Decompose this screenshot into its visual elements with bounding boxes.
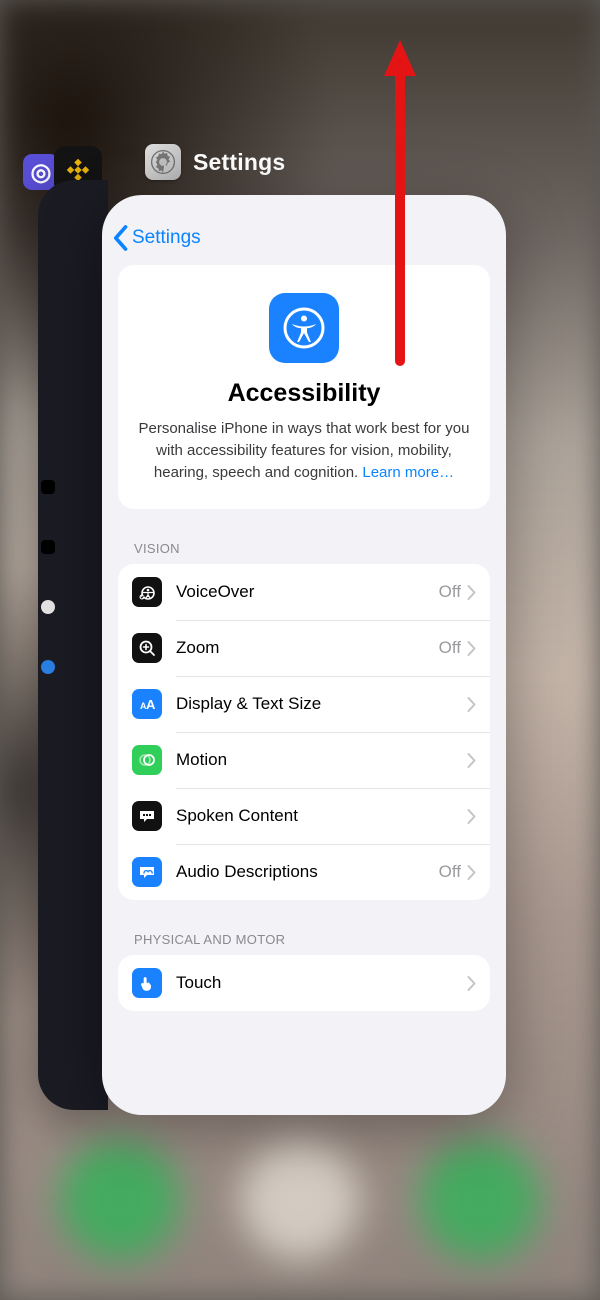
page-description: Personalise iPhone in ways that work bes… xyxy=(138,418,470,483)
nav-bar: Settings xyxy=(102,195,506,265)
settings-app-icon xyxy=(145,144,181,180)
chevron-right-icon xyxy=(467,865,476,880)
background-app-card[interactable] xyxy=(38,180,108,1110)
intro-card: Accessibility Personalise iPhone in ways… xyxy=(118,265,490,509)
row-touch[interactable]: Touch xyxy=(118,955,490,1011)
motion-icon xyxy=(132,745,162,775)
row-label: Motion xyxy=(176,750,467,770)
row-label: VoiceOver xyxy=(176,582,439,602)
text-size-icon: AA xyxy=(132,689,162,719)
row-label: Spoken Content xyxy=(176,806,467,826)
back-label[interactable]: Settings xyxy=(132,227,201,249)
row-motion[interactable]: Motion xyxy=(118,732,490,788)
row-spoken-content[interactable]: Spoken Content xyxy=(118,788,490,844)
section-header-motor: PHYSICAL AND MOTOR xyxy=(134,932,506,947)
zoom-icon xyxy=(132,633,162,663)
app-switcher-header: Settings xyxy=(145,144,285,180)
audio-desc-icon xyxy=(132,857,162,887)
chevron-right-icon xyxy=(467,641,476,656)
vision-list: VoiceOver Off Zoom Off AA Display & Text… xyxy=(118,564,490,900)
section-header-vision: VISION xyxy=(134,541,506,556)
row-label: Display & Text Size xyxy=(176,694,467,714)
background-app-sidebar xyxy=(41,480,55,674)
settings-app-card[interactable]: Settings Accessibility Personalise iPhon… xyxy=(102,195,506,1115)
row-value: Off xyxy=(439,862,461,882)
row-audio-descriptions[interactable]: Audio Descriptions Off xyxy=(118,844,490,900)
voiceover-icon xyxy=(132,577,162,607)
row-label: Audio Descriptions xyxy=(176,862,439,882)
learn-more-link[interactable]: Learn more… xyxy=(362,464,454,481)
spoken-content-icon xyxy=(132,801,162,831)
row-zoom[interactable]: Zoom Off xyxy=(118,620,490,676)
row-voiceover[interactable]: VoiceOver Off xyxy=(118,564,490,620)
row-value: Off xyxy=(439,638,461,658)
back-chevron-icon[interactable] xyxy=(112,225,130,251)
app-switcher: ◎ Settings Settings Accessibility Person… xyxy=(0,0,600,1300)
accessibility-icon xyxy=(269,293,339,363)
touch-icon xyxy=(132,968,162,998)
chevron-right-icon xyxy=(467,585,476,600)
app-switcher-title: Settings xyxy=(193,149,285,176)
row-value: Off xyxy=(439,582,461,602)
chevron-right-icon xyxy=(467,753,476,768)
chevron-right-icon xyxy=(467,697,476,712)
chevron-right-icon xyxy=(467,976,476,991)
motor-list: Touch xyxy=(118,955,490,1011)
svg-text:A: A xyxy=(146,697,156,712)
page-title: Accessibility xyxy=(138,379,470,408)
row-display-text-size[interactable]: AA Display & Text Size xyxy=(118,676,490,732)
row-label: Zoom xyxy=(176,638,439,658)
row-label: Touch xyxy=(176,973,467,993)
chevron-right-icon xyxy=(467,809,476,824)
